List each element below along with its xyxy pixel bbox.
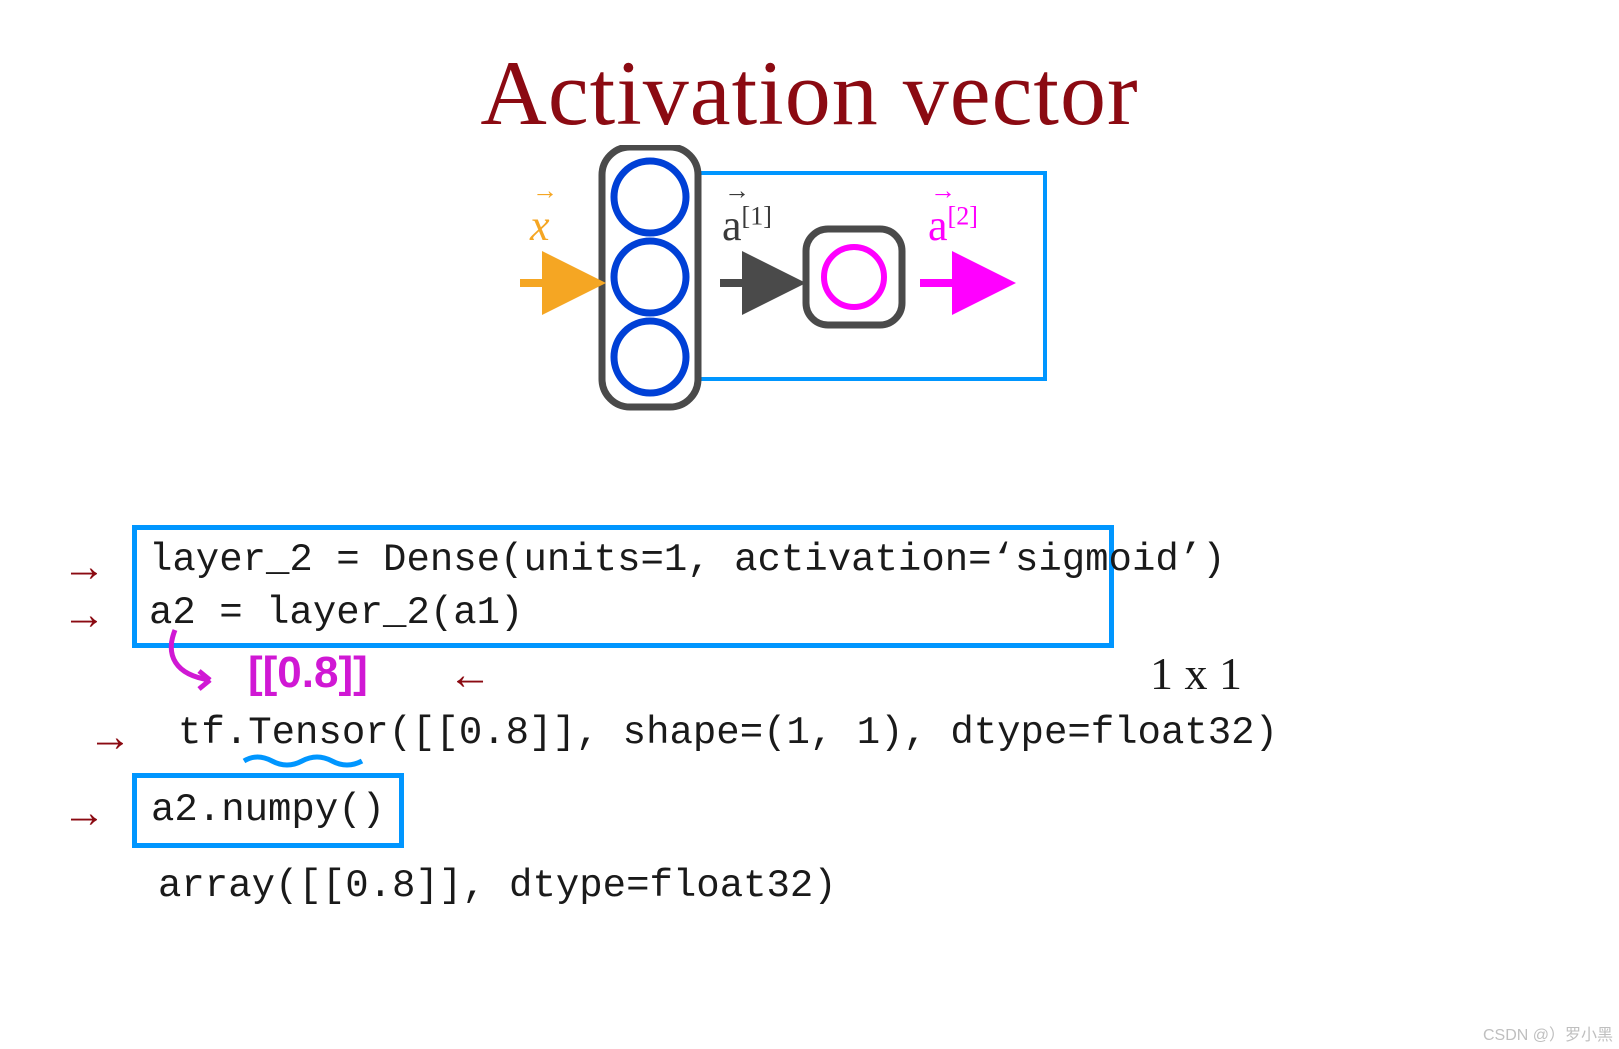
a2-vector-label: → a[2]: [928, 200, 978, 251]
code-line-a2-call: a2 = layer_2(a1): [149, 587, 1097, 640]
numpy-call: a2.numpy(): [151, 788, 385, 832]
red-arrow-icon: →: [62, 783, 106, 842]
underline-squiggle: [242, 751, 382, 769]
watermark: CSDN @）罗小黑: [1483, 1021, 1613, 1045]
hand-value: [[0.8]]: [248, 643, 368, 702]
numpy-call-box: a2.numpy(): [132, 773, 404, 848]
slide-title: Activation vector: [0, 40, 1619, 146]
array-output-line: array([[0.8]], dtype=float32): [158, 860, 837, 913]
network-diagram: → x → a[1] → a[2]: [510, 145, 1070, 435]
code-line-layer2-def: layer_2 = Dense(units=1, activation=‘sig…: [149, 534, 1097, 587]
layer2-code-box: layer_2 = Dense(units=1, activation=‘sig…: [132, 525, 1114, 648]
red-arrow-icon: →: [88, 707, 132, 766]
a1-vector-label: → a[1]: [722, 200, 772, 251]
x-vector-label: → x: [530, 200, 550, 251]
red-arrow-left-icon: ←: [448, 645, 492, 704]
red-arrow-icon: →: [62, 585, 106, 644]
shape-label: 1 x 1: [1150, 643, 1242, 705]
